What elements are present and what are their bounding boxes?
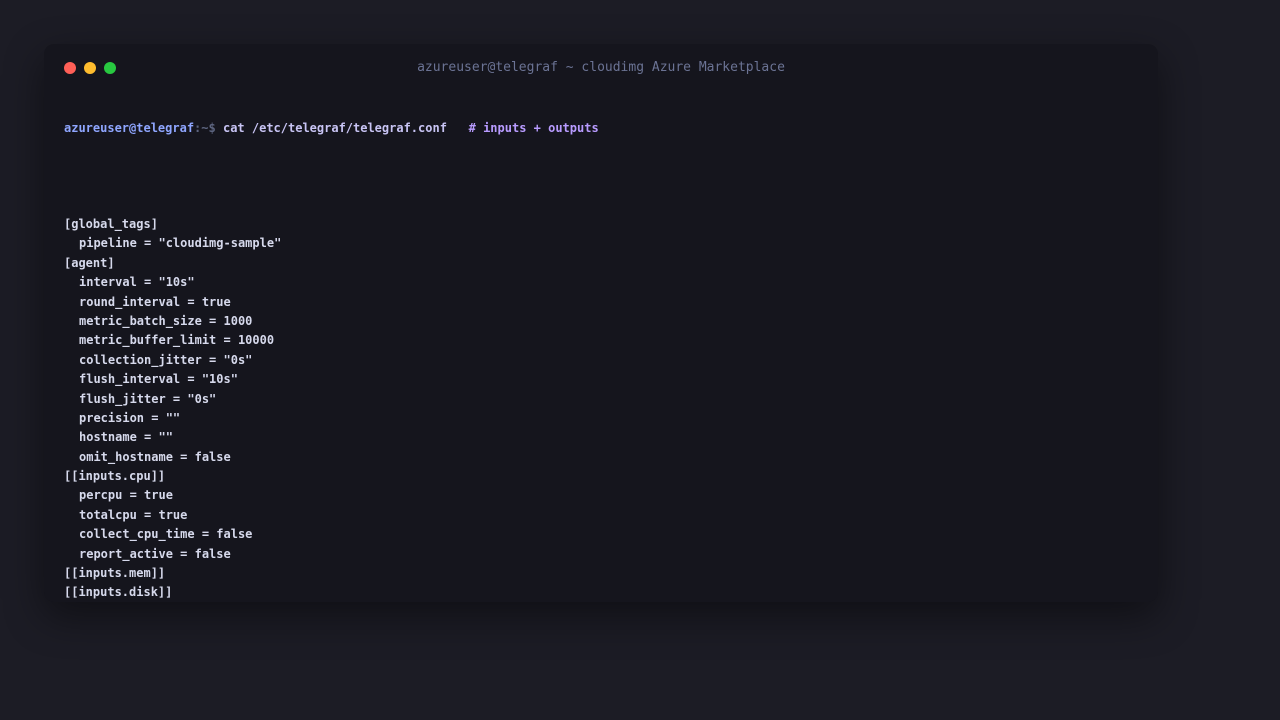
config-line: round_interval = true (79, 294, 231, 309)
config-line: percpu = true (79, 488, 173, 503)
config-line: flush_interval = "10s" (79, 372, 238, 387)
config-line: [[inputs.disk]] (64, 585, 173, 600)
config-line: [[inputs.cpu]] (64, 469, 166, 484)
config-line: [[inputs.mem]] (64, 566, 166, 581)
prompt-path: :~$ (194, 121, 216, 135)
config-line: [global_tags] (64, 217, 158, 231)
config-line: collect_cpu_time = false (79, 527, 253, 542)
prompt-user-host: azureuser@telegraf (64, 121, 195, 135)
config-line: totalcpu = true (79, 507, 188, 522)
config-line: precision = "" (79, 410, 181, 425)
window-title: azureuser@telegraf ~ cloudimg Azure Mark… (417, 60, 785, 75)
terminal-output[interactable]: azureuser@telegraf:~$ cat /etc/telegraf/… (64, 92, 1138, 602)
config-line: interval = "10s" (79, 275, 195, 290)
terminal-window: azureuser@telegraf ~ cloudimg Azure Mark… (44, 44, 1158, 602)
prompt-command: cat /etc/telegraf/telegraf.conf (222, 121, 447, 135)
title-bar: azureuser@telegraf ~ cloudimg Azure Mark… (44, 44, 1158, 92)
prompt-comment: # inputs + outputs (468, 121, 599, 135)
config-line: flush_jitter = "0s" (79, 391, 217, 406)
config-file-content: [global_tags] pipeline = "cloudimg-sample… (64, 215, 1138, 602)
config-line: metric_batch_size = 1000 (79, 313, 253, 328)
config-line: hostname = "" (79, 430, 173, 445)
config-line: metric_buffer_limit = 10000 (79, 333, 275, 348)
config-line: report_active = false (79, 546, 231, 561)
command-prompt-line: azureuser@telegraf:~$ cat /etc/telegraf/… (64, 120, 1138, 136)
config-line: pipeline = "cloudimg-sample" (79, 236, 282, 251)
config-line: collection_jitter = "0s" (79, 352, 253, 367)
config-line: omit_hostname = false (79, 449, 231, 464)
config-line: [agent] (64, 255, 115, 270)
